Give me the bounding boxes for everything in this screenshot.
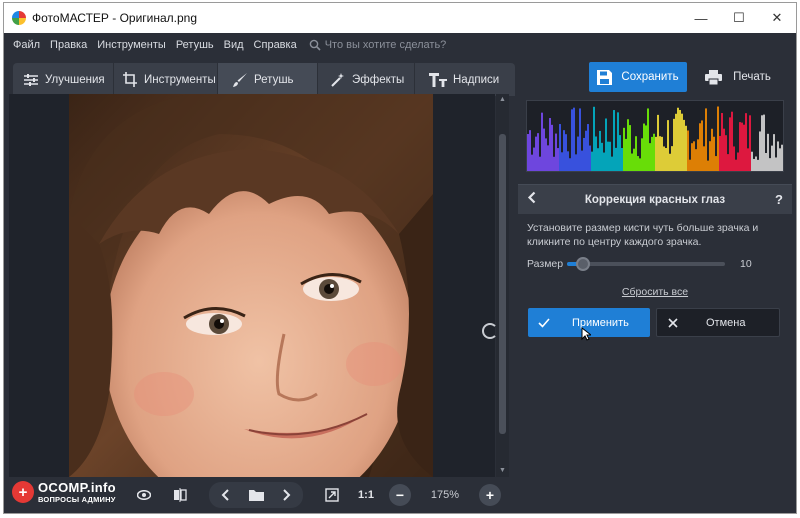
text-icon	[429, 72, 447, 87]
panel-title: Коррекция красных глаз	[584, 193, 726, 206]
menu-tools[interactable]: Инструменты	[97, 39, 166, 51]
close-icon	[668, 317, 678, 328]
loading-spinner-icon	[482, 323, 498, 339]
portrait-image	[69, 94, 433, 477]
photo-canvas[interactable]	[9, 94, 495, 477]
menu-retouch[interactable]: Ретушь	[176, 39, 214, 51]
minus-icon: −	[395, 487, 405, 503]
menu-edit[interactable]: Правка	[50, 39, 87, 51]
chevron-left-icon	[221, 489, 229, 501]
close-button[interactable]: ✕	[758, 3, 796, 33]
tab-effects[interactable]: Эффекты	[318, 63, 415, 96]
reset-all-label: Сбросить все	[621, 286, 689, 298]
back-button[interactable]	[518, 191, 544, 208]
chevron-right-icon	[283, 489, 291, 501]
tab-tools[interactable]: Инструменты	[114, 63, 218, 96]
reset-all-link[interactable]: Сбросить все	[518, 286, 792, 298]
next-button[interactable]	[277, 483, 297, 507]
tab-label: Ретушь	[254, 73, 294, 86]
watermark-badge: +	[12, 481, 34, 504]
compare-icon	[174, 488, 187, 502]
histogram	[526, 100, 784, 172]
navigation-group	[209, 482, 303, 508]
folder-icon	[248, 490, 264, 501]
tab-captions[interactable]: Надписи	[415, 63, 515, 96]
brush-size-slider: Размер 10	[527, 256, 779, 272]
mouse-cursor-icon	[581, 327, 591, 341]
actual-size-button[interactable]: 1:1	[351, 483, 381, 507]
brush-icon	[233, 72, 247, 87]
open-folder-button[interactable]	[246, 483, 266, 507]
settings-panel: Коррекция красных глаз ? Установите разм…	[518, 96, 792, 512]
print-button[interactable]: Печать	[692, 62, 784, 92]
search-icon	[309, 39, 321, 51]
magic-wand-icon	[331, 72, 344, 87]
slider-knob[interactable]	[575, 257, 590, 271]
previous-button[interactable]	[215, 483, 235, 507]
fit-screen-icon	[325, 488, 339, 502]
title-bar: ФотоМАСТЕР - Оригинал.png — ☐ ✕	[4, 3, 796, 33]
watermark-subtitle: ВОПРОСЫ АДМИНУ	[38, 495, 116, 504]
window-title: ФотоМАСТЕР - Оригинал.png	[32, 11, 198, 25]
vertical-scrollbar[interactable]: ▲ ▼	[496, 94, 509, 477]
menu-help[interactable]: Справка	[254, 39, 297, 51]
print-label: Печать	[733, 71, 771, 83]
scroll-up-icon[interactable]: ▲	[496, 94, 509, 106]
floppy-disk-icon	[597, 69, 613, 85]
menu-bar: Файл Правка Инструменты Ретушь Вид Справ…	[4, 33, 796, 57]
tab-label: Эффекты	[352, 73, 405, 86]
panel-header: Коррекция красных глаз ?	[518, 184, 792, 214]
zoom-level: 175%	[430, 489, 460, 501]
tab-retouch[interactable]: Ретушь	[218, 63, 318, 96]
sliders-icon	[24, 73, 38, 86]
app-logo-icon	[12, 11, 26, 25]
cancel-button[interactable]: Отмена	[656, 308, 780, 337]
maximize-button[interactable]: ☐	[720, 3, 758, 33]
search-input[interactable]	[324, 39, 485, 51]
histogram-graph	[527, 106, 783, 171]
slider-track[interactable]	[567, 257, 725, 271]
fit-to-screen-button[interactable]	[319, 483, 345, 507]
menu-view[interactable]: Вид	[224, 39, 244, 51]
scroll-thumb[interactable]	[499, 134, 506, 434]
printer-icon	[705, 69, 723, 85]
compare-button[interactable]	[167, 483, 193, 507]
panel-description: Установите размер кисти чуть больше зрач…	[527, 222, 759, 248]
scroll-down-icon[interactable]: ▼	[496, 465, 509, 477]
portrait-photo[interactable]	[69, 94, 433, 477]
eye-icon	[137, 490, 151, 500]
tab-bar: Улучшения Инструменты Ретушь Эффекты Над…	[13, 63, 515, 96]
help-button[interactable]: ?	[766, 192, 792, 207]
tab-enhancements[interactable]: Улучшения	[13, 63, 114, 96]
tab-label: Надписи	[453, 73, 500, 86]
crop-icon	[123, 72, 137, 87]
search-box[interactable]	[309, 39, 485, 51]
zoom-in-button[interactable]: +	[479, 484, 501, 506]
save-button[interactable]: Сохранить	[589, 62, 687, 92]
watermark-brand: OCOMP.info	[38, 480, 116, 495]
tab-label: Улучшения	[45, 73, 105, 86]
chevron-left-icon	[527, 191, 535, 204]
zoom-out-button[interactable]: −	[389, 484, 411, 506]
minimize-button[interactable]: —	[682, 3, 720, 33]
cancel-label: Отмена	[706, 316, 746, 329]
slider-value: 10	[740, 258, 752, 270]
plus-icon: +	[485, 487, 495, 503]
view-toggle-button[interactable]	[131, 483, 157, 507]
checkmark-icon	[538, 317, 550, 328]
tab-label: Инструменты	[144, 73, 216, 86]
slider-label: Размер	[527, 258, 564, 270]
save-label: Сохранить	[621, 71, 679, 83]
menu-file[interactable]: Файл	[13, 39, 40, 51]
watermark: + OCOMP.info ВОПРОСЫ АДМИНУ	[12, 481, 116, 504]
